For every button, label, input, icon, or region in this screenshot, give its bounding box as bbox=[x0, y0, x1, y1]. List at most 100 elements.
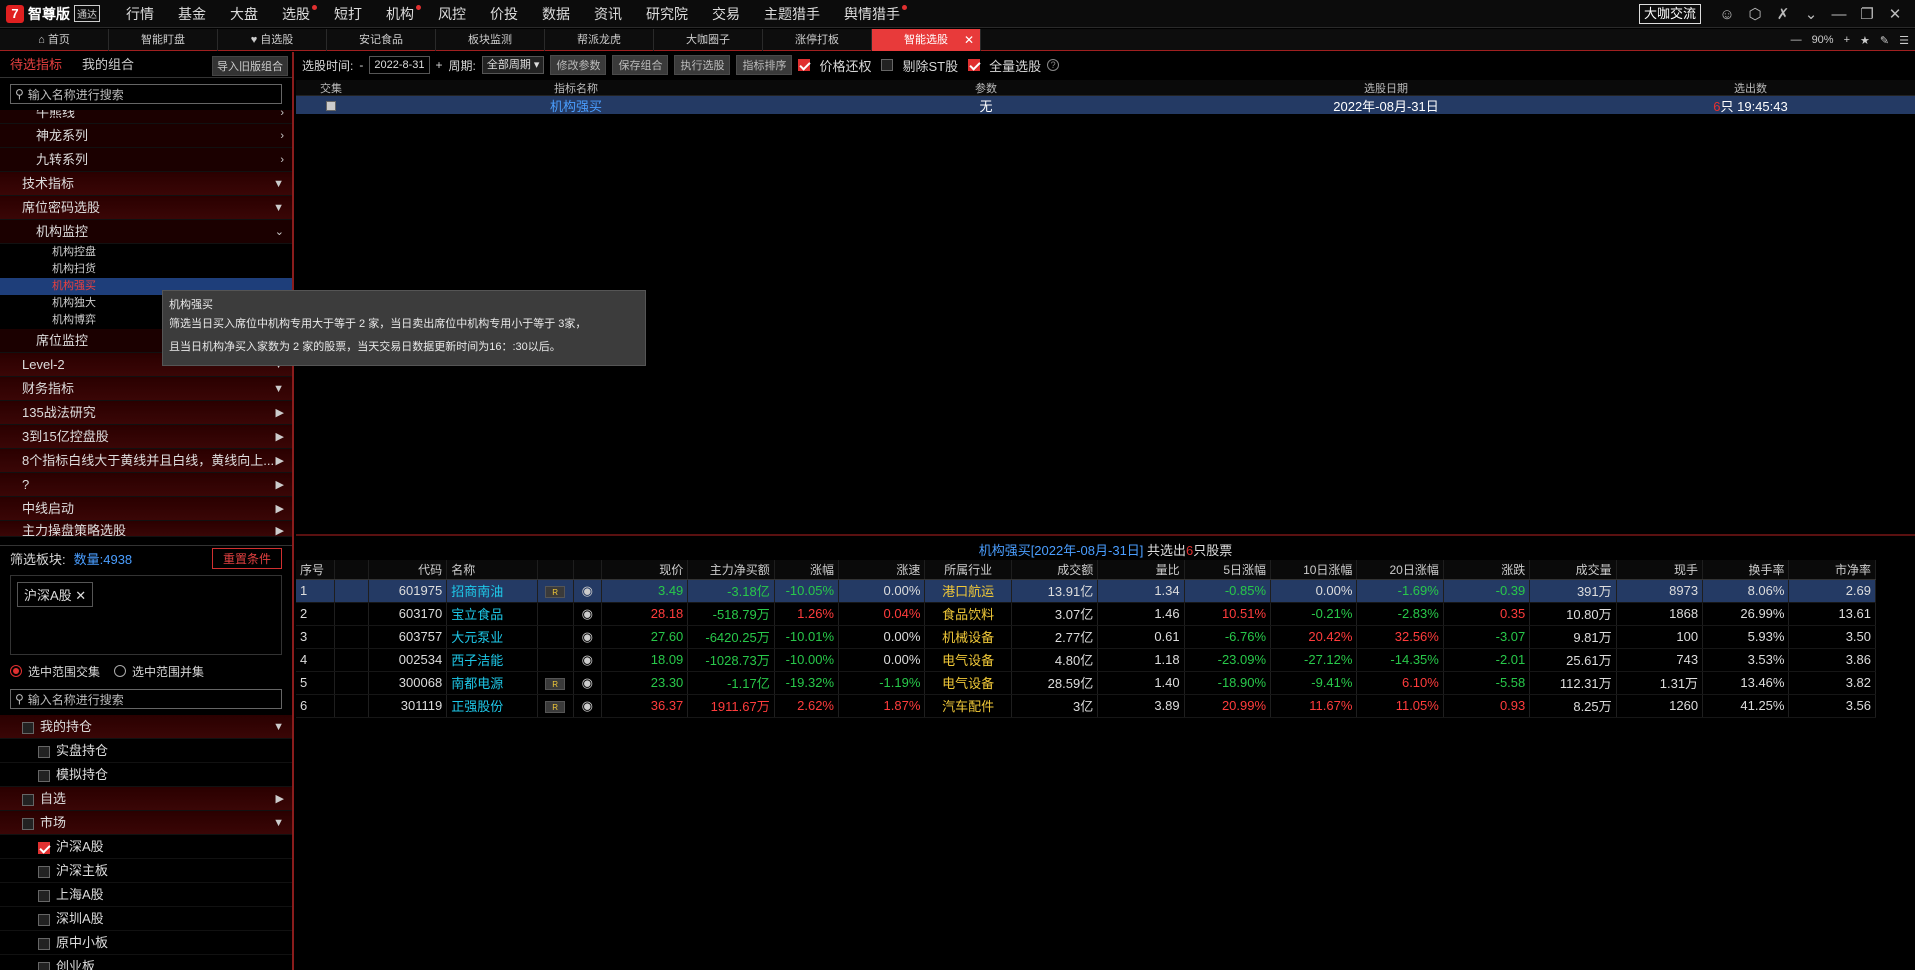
tab-candidate-indicators[interactable]: 待选指标 bbox=[0, 52, 72, 78]
sector-checkbox[interactable] bbox=[38, 913, 50, 926]
tree-item[interactable]: ? ▶ bbox=[0, 473, 292, 497]
menu-item-3[interactable]: 选股 bbox=[270, 0, 322, 28]
table-row[interactable]: 4 002534 西子洁能 ◉ 18.09 -1028.73万 -10.00% 0.00% 电气… bbox=[296, 648, 1876, 672]
date-minus-button[interactable]: - bbox=[359, 58, 363, 72]
column-header[interactable] bbox=[334, 560, 369, 580]
toolbar-button-0[interactable]: 修改参数 bbox=[550, 55, 607, 75]
sector-checkbox[interactable] bbox=[38, 889, 50, 902]
tree-item[interactable]: 九转系列 › bbox=[0, 148, 292, 172]
menu-item-13[interactable]: 舆情猎手 bbox=[832, 0, 912, 28]
stock-name[interactable]: 宝立食品 bbox=[446, 602, 538, 626]
eye-icon[interactable]: ◉ bbox=[582, 675, 593, 690]
menu-item-12[interactable]: 主题猎手 bbox=[752, 0, 832, 28]
tree-item[interactable]: 牛熊线 › bbox=[0, 110, 292, 124]
menu-item-2[interactable]: 大盘 bbox=[218, 0, 270, 28]
tree-item[interactable]: 财务指标 ▼ bbox=[0, 377, 292, 401]
table-row[interactable]: 5 300068 南都电源 R ◉ 23.30 -1.17亿 -19.32% -1.19% 电气设… bbox=[296, 671, 1876, 695]
menu-item-9[interactable]: 资讯 bbox=[582, 0, 634, 28]
column-header[interactable]: 市净率 bbox=[1788, 560, 1876, 580]
menu-item-4[interactable]: 短打 bbox=[322, 0, 374, 28]
tree-item[interactable]: 中线启动 ▶ bbox=[0, 497, 292, 521]
column-header[interactable]: 涨幅 bbox=[774, 560, 840, 580]
tab-8[interactable]: 智能选股 ✕ bbox=[872, 29, 981, 51]
sector-tree-item[interactable]: 上海A股 bbox=[0, 883, 292, 907]
column-header[interactable]: 名称 bbox=[446, 560, 538, 580]
settings-icon[interactable]: ⬡ bbox=[1741, 0, 1769, 28]
sector-checkbox[interactable] bbox=[38, 769, 50, 782]
tree-item[interactable]: 8个指标白线大于黄线并且白线，黄线向上... ▶ bbox=[0, 449, 292, 473]
eye-icon[interactable]: ◉ bbox=[582, 629, 593, 644]
tab-1[interactable]: 智能盯盘 bbox=[109, 29, 218, 51]
tab-my-combos[interactable]: 我的组合 bbox=[72, 52, 144, 78]
checkbox[interactable] bbox=[968, 59, 981, 71]
help-icon[interactable]: ? bbox=[1047, 59, 1060, 71]
menu-item-10[interactable]: 研究院 bbox=[634, 0, 700, 28]
column-header[interactable]: 5日涨幅 bbox=[1184, 560, 1272, 580]
sector-tree-item[interactable]: 原中小板 bbox=[0, 931, 292, 955]
table-row[interactable]: 3 603757 大元泵业 ◉ 27.60 -6420.25万 -10.01% 0.00% 机械… bbox=[296, 625, 1876, 649]
sector-tree-item[interactable]: 自选 ▶ bbox=[0, 787, 292, 811]
import-old-combo-button[interactable]: 导入旧版组合 bbox=[212, 56, 288, 76]
eye-icon[interactable]: ◉ bbox=[582, 583, 593, 598]
menu-item-8[interactable]: 数据 bbox=[530, 0, 582, 28]
reset-conditions-button[interactable]: 重置条件 bbox=[211, 548, 282, 569]
menu-item-11[interactable]: 交易 bbox=[700, 0, 752, 28]
column-header[interactable]: 成交量 bbox=[1529, 560, 1617, 580]
column-header[interactable]: 现价 bbox=[601, 560, 689, 580]
layout-icon[interactable]: ☰ bbox=[1899, 34, 1909, 47]
tree-item[interactable]: 主力操盘策略选股 ▶ bbox=[0, 521, 292, 537]
chip-close-icon[interactable]: ✕ bbox=[75, 588, 86, 603]
sector-tree-item[interactable]: 沪深A股 bbox=[0, 835, 292, 859]
stock-name[interactable]: 南都电源 bbox=[446, 671, 538, 695]
toolbar-check-1[interactable]: 剔除ST股 bbox=[881, 56, 958, 75]
tree-item[interactable]: 机构监控 ⌄ bbox=[0, 220, 292, 244]
column-header[interactable]: 涨跌 bbox=[1443, 560, 1531, 580]
indicator-name[interactable]: 机构强买 bbox=[366, 96, 786, 115]
menu-item-5[interactable]: 机构 bbox=[374, 0, 426, 28]
intersection-checkbox[interactable] bbox=[326, 101, 336, 112]
period-select[interactable]: 全部周期 ▾ bbox=[481, 56, 545, 74]
stock-name[interactable]: 招商南油 bbox=[446, 579, 538, 603]
tree-item[interactable]: 机构扫货 bbox=[0, 261, 292, 278]
tree-item[interactable]: 135战法研究 ▶ bbox=[0, 401, 292, 425]
user-icon[interactable]: ☺ bbox=[1713, 0, 1741, 28]
column-header[interactable]: 序号 bbox=[296, 560, 335, 580]
sector-chip[interactable]: 沪深A股 ✕ bbox=[17, 582, 94, 607]
sector-tree-item[interactable]: 深圳A股 bbox=[0, 907, 292, 931]
table-row[interactable]: 6 301119 正强股份 R ◉ 36.37 1911.67万 2.62% 1.87% 汽车配件… bbox=[296, 694, 1876, 718]
table-row[interactable]: 2 603170 宝立食品 ◉ 28.18 -518.79万 1.26% 0.04% 食品饮料 3… bbox=[296, 602, 1876, 626]
sector-checkbox[interactable] bbox=[38, 865, 50, 878]
column-header[interactable]: 20日涨幅 bbox=[1356, 560, 1444, 580]
sector-tree-item[interactable]: 沪深主板 bbox=[0, 859, 292, 883]
close-icon[interactable]: ✕ bbox=[1881, 0, 1909, 28]
tab-0[interactable]: ⌂ 首页 bbox=[0, 29, 109, 51]
column-header[interactable]: 成交额 bbox=[1011, 560, 1099, 580]
stock-name[interactable]: 西子洁能 bbox=[446, 648, 538, 672]
column-header[interactable]: 主力净买额 bbox=[687, 560, 775, 580]
tab-7[interactable]: 涨停打板 bbox=[763, 29, 872, 51]
toolbar-button-1[interactable]: 保存组合 bbox=[612, 55, 669, 75]
tab-4[interactable]: 板块监测 bbox=[436, 29, 545, 51]
tools-icon[interactable]: ✗ bbox=[1769, 0, 1797, 28]
indicator-row[interactable]: 机构强买 无 2022年-08月-31日 6只 19:45:43 bbox=[296, 96, 1915, 114]
tab-3[interactable]: 安记食品 bbox=[327, 29, 436, 51]
menu-item-6[interactable]: 风控 bbox=[426, 0, 478, 28]
toolbar-button-3[interactable]: 指标排序 bbox=[736, 55, 793, 75]
star-icon[interactable]: ★ bbox=[1860, 34, 1870, 47]
toolbar-check-2[interactable]: 全量选股 bbox=[968, 56, 1041, 75]
tree-item[interactable]: 3到15亿控盘股 ▶ bbox=[0, 425, 292, 449]
eye-icon[interactable]: ◉ bbox=[582, 698, 593, 713]
sector-tree-item[interactable]: 模拟持仓 bbox=[0, 763, 292, 787]
column-header[interactable] bbox=[573, 560, 602, 580]
date-plus-button[interactable]: + bbox=[436, 58, 443, 72]
sector-search-input[interactable]: 输入名称进行搜索 bbox=[28, 691, 124, 708]
indicator-search-input[interactable]: 输入名称进行搜索 bbox=[28, 86, 124, 103]
tree-item[interactable]: 技术指标 ▼ bbox=[0, 172, 292, 196]
sector-checkbox[interactable] bbox=[22, 817, 34, 830]
sector-search[interactable]: ⚲ 输入名称进行搜索 bbox=[10, 689, 282, 709]
checkbox[interactable] bbox=[798, 59, 811, 71]
tab-5[interactable]: 帮派龙虎 bbox=[545, 29, 654, 51]
exchange-button[interactable]: 大咖交流 bbox=[1638, 4, 1701, 24]
range-union-radio[interactable] bbox=[114, 665, 127, 677]
tree-item[interactable]: 席位密码选股 ▼ bbox=[0, 196, 292, 220]
